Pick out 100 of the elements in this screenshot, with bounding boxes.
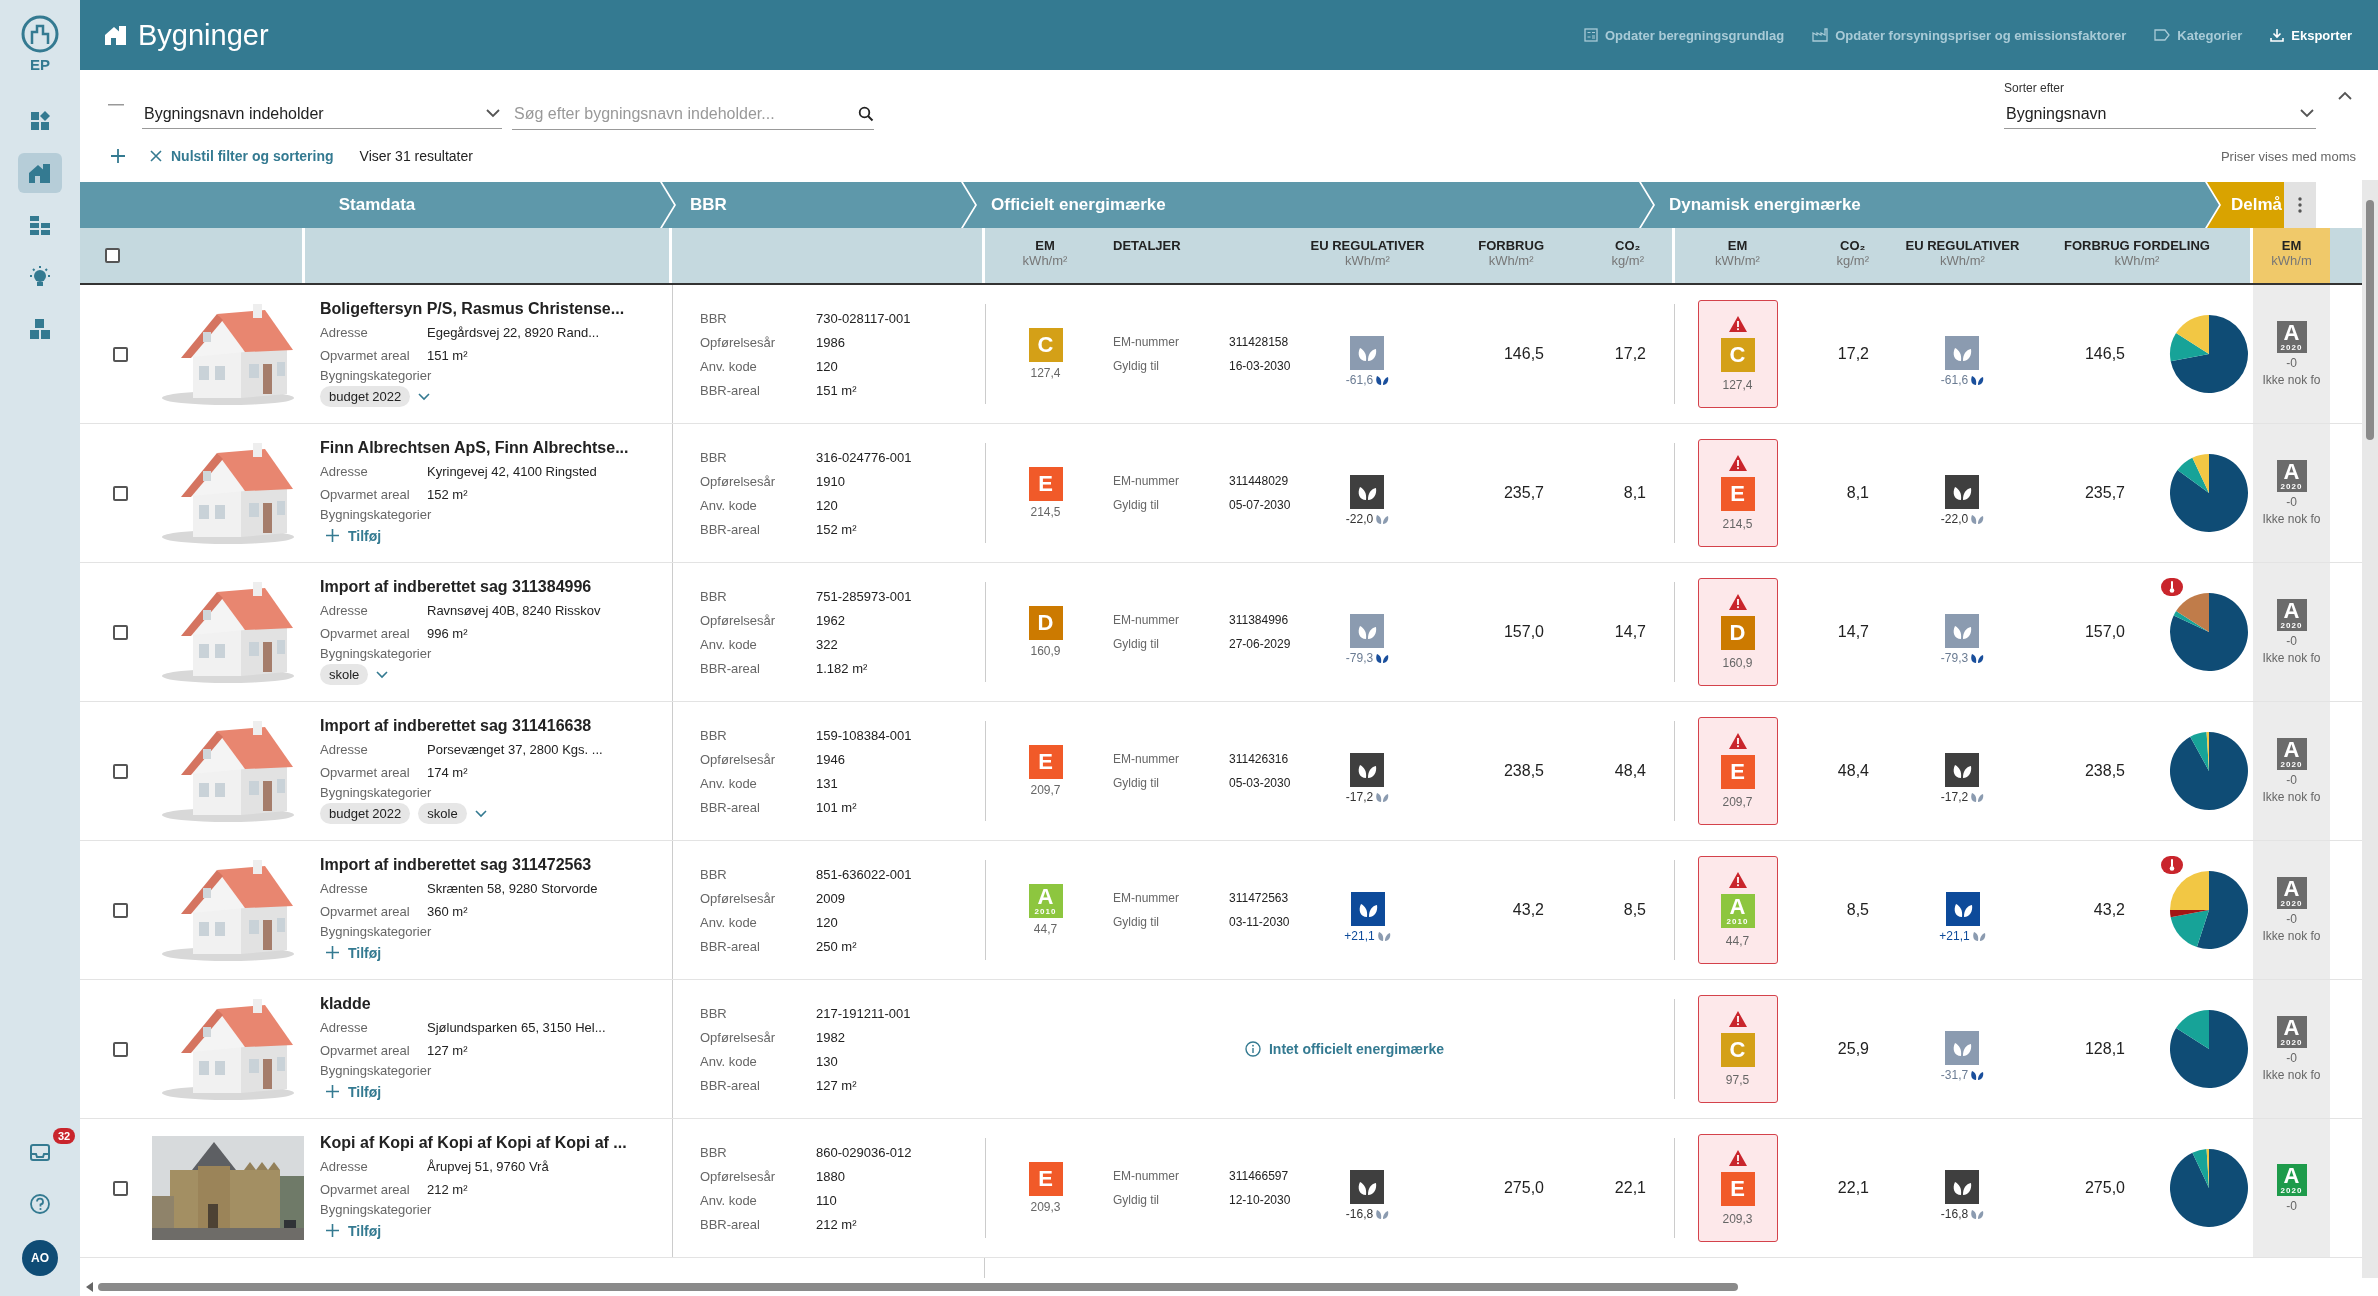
vertical-scrollbar[interactable] xyxy=(2362,180,2378,1278)
field-label: Opvarmet areal xyxy=(320,625,411,641)
field-value: 360 m² xyxy=(427,903,468,919)
dynamic-label-card[interactable]: D 160,9 xyxy=(1697,578,1778,686)
building-name[interactable]: Import af indberettet sag 311472563 xyxy=(320,855,592,874)
expand-icon[interactable] xyxy=(474,809,487,818)
sort-select[interactable]: Bygningsnavn xyxy=(2004,99,2316,129)
column-header: EM kWh/m² xyxy=(1022,238,1068,268)
filter-field-select[interactable]: Bygningsnavn indeholder xyxy=(142,99,502,129)
category-tag[interactable]: budget 2022 xyxy=(320,386,411,407)
price-note: Priser vises med moms xyxy=(2220,148,2356,164)
row-checkbox[interactable] xyxy=(112,624,128,640)
building-name[interactable]: Finn Albrechtsen ApS, Finn Albrechtse... xyxy=(320,438,629,457)
toolbar-button[interactable]: Opdater beregningsgrundlag xyxy=(1580,23,1789,47)
field-value: 1962 xyxy=(816,612,846,628)
inbox-icon xyxy=(29,1141,51,1163)
co2-value: 14,7 xyxy=(1614,623,1646,641)
energy-label-badge: A 2020 xyxy=(2276,738,2307,770)
energy-value: 209,3 xyxy=(1722,1212,1753,1226)
dynamic-label-card[interactable]: E 214,5 xyxy=(1697,439,1778,547)
energy-value: 209,7 xyxy=(1722,795,1753,809)
dynamic-label-card[interactable]: A 2010 44,7 xyxy=(1697,856,1778,964)
toolbar-button[interactable]: Eksporter xyxy=(2266,23,2356,47)
reset-button[interactable]: Nulstil filter og sortering xyxy=(150,148,334,164)
field-value: 120 xyxy=(816,914,839,930)
toolbar-button[interactable]: Kategorier xyxy=(2150,23,2247,47)
factory-icon xyxy=(1812,28,1829,42)
field-value: 152 m² xyxy=(427,486,468,502)
expand-icon[interactable] xyxy=(418,392,431,401)
energy-label-badge: A 2020 xyxy=(2276,1016,2307,1048)
category-tag[interactable]: skole xyxy=(418,803,467,824)
column-header: EU REGULATIVER kWh/m² xyxy=(1310,238,1425,268)
building-name[interactable]: Import af indberettet sag 311416638 xyxy=(320,716,592,735)
leaf-icon xyxy=(1970,1068,1985,1081)
energy-value: -0 xyxy=(2286,912,2297,926)
consumption-value: 238,5 xyxy=(1503,762,1544,780)
collapse-icon[interactable] xyxy=(2338,90,2352,100)
nav-item[interactable] xyxy=(18,153,62,193)
add-category-button[interactable]: Tilføj xyxy=(320,1083,382,1100)
field-value: 751-285973-001 xyxy=(816,588,912,604)
consumption-value: 146,5 xyxy=(2084,345,2125,363)
energy-value: -0 xyxy=(2286,1198,2297,1213)
column-header: EU REGULATIVER kWh/m² xyxy=(1905,238,2020,268)
field-label: EM-nummer xyxy=(1113,474,1180,488)
building-name[interactable]: Kopi af Kopi af Kopi af Kopi af Kopi af ... xyxy=(320,1133,627,1152)
building-name[interactable]: kladde xyxy=(320,994,371,1013)
expand-icon[interactable] xyxy=(376,670,389,679)
user-avatar[interactable]: AO xyxy=(22,1240,58,1276)
energy-label-badge: E xyxy=(1720,1172,1755,1206)
energy-label-badge: C xyxy=(1720,1033,1755,1067)
add-category-button[interactable]: Tilføj xyxy=(320,527,382,544)
no-label-notice[interactable]: Intet officielt energimærke xyxy=(1214,1041,1444,1057)
field-value: 311466597 xyxy=(1229,1169,1290,1183)
field-value: 2009 xyxy=(816,890,846,906)
dynamic-label-card[interactable]: E 209,7 xyxy=(1697,717,1778,825)
row-checkbox[interactable] xyxy=(112,1041,128,1057)
building-name[interactable]: Import af indberettet sag 311384996 xyxy=(320,577,592,596)
consumption-value: 275,0 xyxy=(2084,1179,2125,1197)
row-checkbox[interactable] xyxy=(112,902,128,918)
warning-icon xyxy=(1728,872,1747,888)
target-note: Ikke nok fo xyxy=(2262,790,2321,804)
select-all-checkbox[interactable] xyxy=(105,248,120,263)
dynamic-label-card[interactable]: C 127,4 xyxy=(1697,300,1778,408)
toolbar-button[interactable]: Opdater forsyningspriser og emissionsfaktorer xyxy=(1808,23,2131,47)
leaf-icon xyxy=(1970,1207,1985,1220)
row-checkbox[interactable] xyxy=(112,485,128,501)
dynamic-label-card[interactable]: C 97,5 xyxy=(1697,995,1778,1103)
dynamic-label-card[interactable]: E 209,3 xyxy=(1697,1134,1778,1242)
blocks-icon xyxy=(29,318,51,340)
category-tag[interactable]: skole xyxy=(320,664,369,685)
warning-icon xyxy=(1728,594,1747,610)
add-category-button[interactable]: Tilføj xyxy=(320,944,382,961)
row-checkbox[interactable] xyxy=(112,763,128,779)
search-field[interactable]: Søg efter bygningsnavn indeholder... xyxy=(512,98,874,130)
target-note: Ikke nok fo xyxy=(2262,651,2321,665)
energy-value: 160,9 xyxy=(1722,656,1753,670)
scroll-left-icon[interactable] xyxy=(86,1282,94,1292)
consumption-value: 235,7 xyxy=(2084,484,2125,502)
field-label: BBR-areal xyxy=(700,938,761,954)
row-checkbox[interactable] xyxy=(112,346,128,362)
add-category-button[interactable]: Tilføj xyxy=(320,1222,382,1239)
energy-value: -0 xyxy=(2286,773,2297,787)
column-header: CO₂ kg/m² xyxy=(1836,238,1869,268)
field-value: 120 xyxy=(816,358,839,374)
remove-filter-icon[interactable] xyxy=(108,103,124,107)
building-name[interactable]: Boligeftersyn P/S, Rasmus Christense... xyxy=(320,299,625,318)
leaf-icon xyxy=(1376,929,1391,942)
tag-icon xyxy=(2154,29,2171,41)
field-value: Sjølundsparken 65, 3150 Hel... xyxy=(427,1019,606,1035)
leaf-icon xyxy=(1970,790,1985,803)
energy-label-badge: A 2020 xyxy=(2276,599,2307,631)
regulation-value: +21,1 xyxy=(1939,928,1970,943)
field-label: BBR xyxy=(700,1144,728,1160)
column-group-header: Officielt energimærke xyxy=(963,182,1653,228)
column-group-header: Delmå xyxy=(2207,182,2284,228)
field-label: EM-nummer xyxy=(1113,1169,1180,1183)
add-filter-icon[interactable] xyxy=(110,148,126,164)
energy-value: -0 xyxy=(2286,495,2297,509)
category-tag[interactable]: budget 2022 xyxy=(320,803,411,824)
row-checkbox[interactable] xyxy=(112,1180,128,1196)
